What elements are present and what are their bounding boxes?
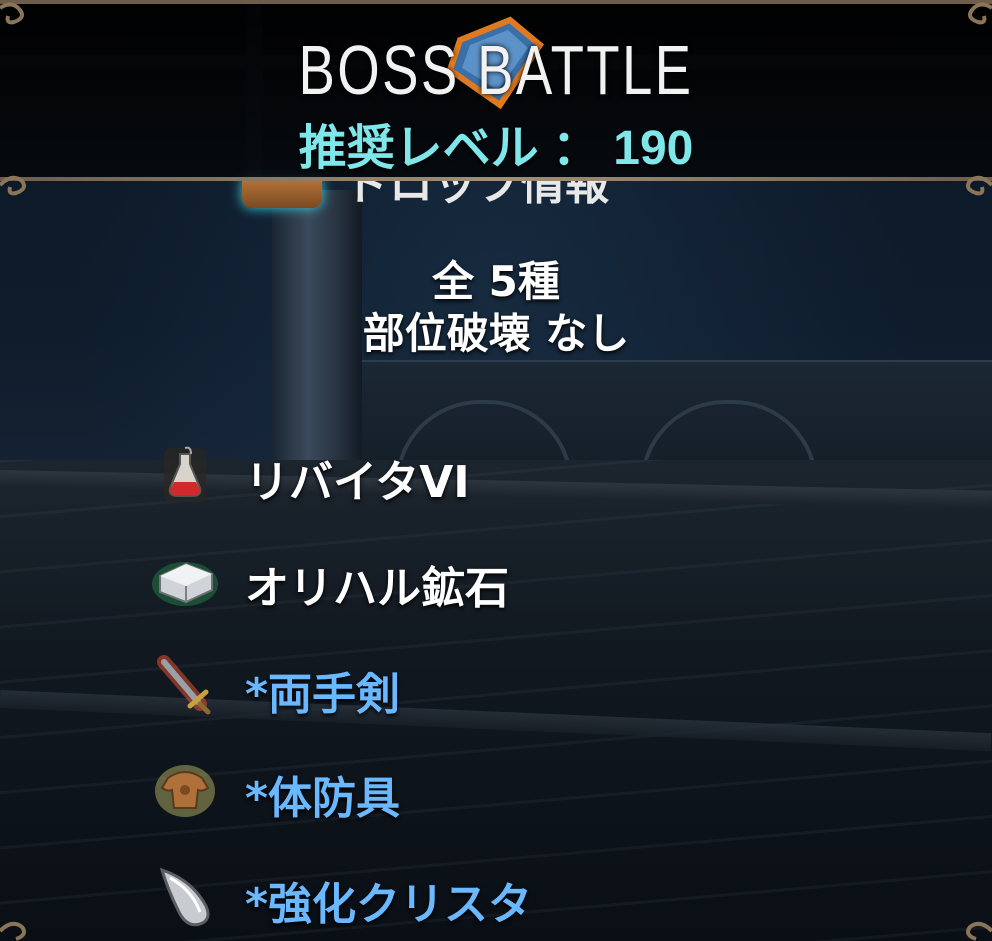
frame-line (0, 0, 992, 4)
ornament-corner-icon (0, 175, 26, 196)
drop-item[interactable]: オリハル鉱石 (150, 546, 850, 616)
drop-item[interactable]: リバイタVI (150, 440, 850, 510)
armor-icon (155, 765, 215, 817)
ornament-corner-icon (966, 175, 992, 196)
drop-item-label: オリハル鉱石 (245, 563, 509, 614)
drop-item-label: *体防具 (245, 773, 401, 824)
ornament-corner-icon (0, 921, 26, 941)
header-divider (0, 177, 992, 181)
ore-icon (152, 562, 218, 606)
drop-item[interactable]: *強化クリスタ (150, 862, 850, 932)
part-break-info: 部位破壊 なし (362, 309, 630, 358)
drop-item-label: *強化クリスタ (245, 879, 533, 930)
drop-item[interactable]: *体防具 (150, 756, 850, 826)
ornament-corner-icon (968, 2, 992, 25)
ornament-corner-icon (966, 921, 992, 941)
drop-item-label: リバイタVI (245, 457, 470, 508)
potion-icon (164, 446, 206, 502)
drop-info-heading: ドロップ情報 (345, 178, 609, 204)
sword-icon (157, 655, 211, 715)
ornament-corner-icon (0, 2, 24, 25)
drop-item[interactable]: *両手剣 (150, 652, 850, 722)
boss-battle-title: BOSS BATTLE (298, 31, 694, 109)
crystal-icon (159, 867, 210, 927)
boss-battle-header: BOSS BATTLE 推奨レベル ： 190 (0, 0, 992, 181)
recommended-level: 推奨レベル ： 190 (298, 122, 694, 175)
drop-item-label: *両手剣 (245, 669, 401, 720)
